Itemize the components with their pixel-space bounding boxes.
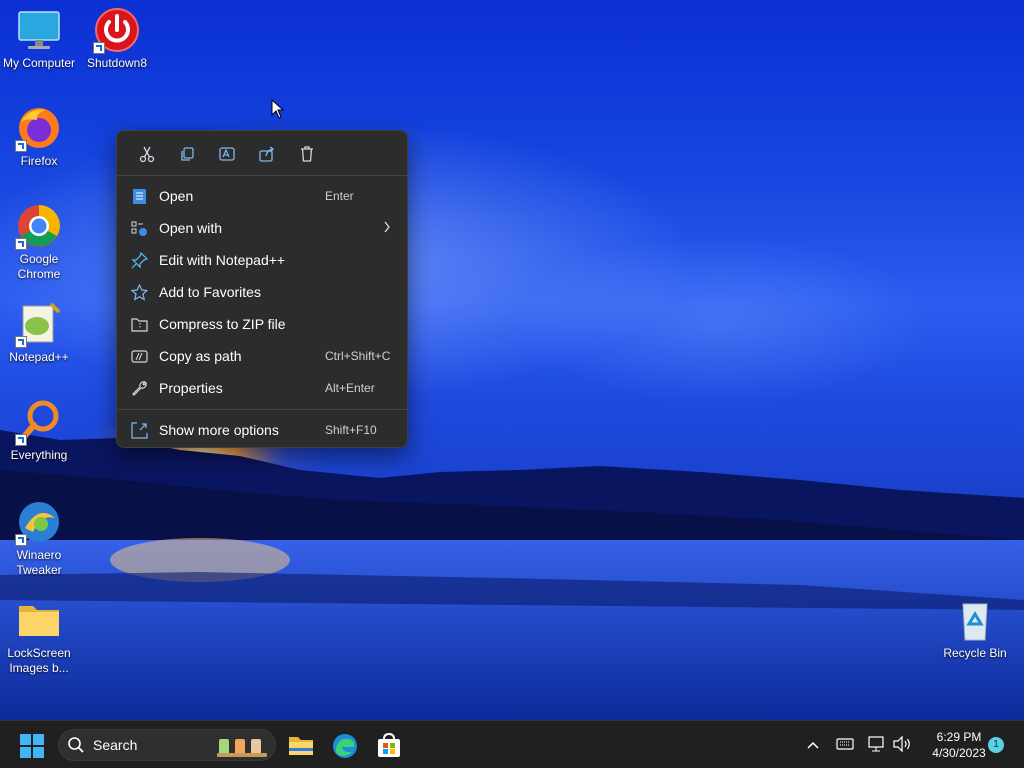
menu-item-shortcut: Ctrl+Shift+C — [325, 349, 391, 363]
cut-icon — [139, 146, 155, 163]
chevron-right-icon — [384, 221, 390, 233]
desktop-icon-firefox[interactable]: Firefox — [0, 104, 78, 169]
start-icon[interactable] — [20, 734, 44, 758]
desktop-icon-shutdown8[interactable]: Shutdown8 — [78, 6, 156, 71]
monitor-icon — [18, 11, 60, 49]
desktop-icon-lockscreen-images[interactable]: LockScreen Images b... — [0, 596, 78, 676]
menu-item-label: Open with — [159, 220, 223, 236]
search-box[interactable]: Search — [58, 729, 276, 761]
desktop-icon-notepadpp[interactable]: Notepad++ — [0, 300, 78, 365]
menu-item-show-more-options[interactable]: Show more options Shift+F10 — [117, 414, 407, 446]
folder-icon — [19, 606, 59, 636]
edge-icon[interactable] — [332, 733, 358, 759]
more-options-icon — [130, 421, 148, 439]
shortcut-arrow-icon — [15, 434, 27, 446]
taskbar: Search 6:29 PM 4/30/2023 1 — [0, 720, 1024, 768]
path-icon — [130, 349, 148, 363]
search-icon — [68, 737, 84, 753]
desktop-icon-label: Google Chrome — [17, 252, 61, 281]
share-button[interactable] — [247, 141, 287, 167]
desktop-icon-google-chrome[interactable]: Google Chrome — [0, 202, 78, 282]
menu-item-properties[interactable]: Properties Alt+Enter — [117, 372, 407, 404]
chevron-up-icon[interactable] — [806, 739, 820, 751]
share-icon — [259, 146, 274, 162]
menu-item-shortcut: Alt+Enter — [325, 381, 375, 395]
shortcut-arrow-icon — [15, 336, 27, 348]
delete-button[interactable] — [287, 141, 327, 167]
search-highlight-icon — [217, 739, 267, 757]
context-menu: Open Enter Open with Edit with Notepad++… — [116, 130, 408, 448]
notification-badge[interactable]: 1 — [988, 737, 1004, 753]
desktop-icon-my-computer[interactable]: My Computer — [0, 6, 78, 71]
menu-item-compress-to-zip[interactable]: Compress to ZIP file — [117, 308, 407, 340]
menu-item-label: Compress to ZIP file — [159, 316, 286, 332]
menu-item-label: Add to Favorites — [159, 284, 261, 300]
star-icon — [130, 283, 148, 301]
menu-item-shortcut: Shift+F10 — [325, 423, 377, 437]
wrench-icon — [131, 380, 147, 396]
desktop-icon-everything[interactable]: Everything — [0, 398, 78, 463]
desktop-icon-label: Notepad++ — [9, 350, 69, 364]
shortcut-arrow-icon — [93, 42, 105, 54]
shortcut-arrow-icon — [15, 238, 27, 250]
desktop-icon-winaero-tweaker[interactable]: Winaero Tweaker — [0, 498, 78, 578]
desktop-icon-label: Shutdown8 — [86, 56, 148, 70]
menu-item-label: Edit with Notepad++ — [159, 252, 286, 268]
desktop-icon-label: Firefox — [20, 154, 58, 168]
mouse-cursor-icon — [271, 99, 285, 119]
volume-icon[interactable] — [892, 735, 912, 753]
open-with-icon — [131, 221, 147, 236]
desktop-icon-label: My Computer — [2, 56, 76, 70]
menu-item-open[interactable]: Open Enter — [117, 180, 407, 212]
copy-button[interactable] — [167, 141, 207, 167]
copy-icon — [181, 147, 194, 161]
rename-icon — [219, 147, 235, 161]
store-icon[interactable] — [376, 733, 402, 759]
network-icon[interactable] — [868, 735, 886, 753]
menu-separator — [117, 175, 407, 176]
menu-item-label: Open — [159, 188, 194, 204]
menu-item-open-with[interactable]: Open with — [117, 212, 407, 244]
shortcut-arrow-icon — [15, 534, 27, 546]
zip-icon — [130, 317, 148, 332]
keyboard-icon[interactable] — [836, 737, 854, 751]
desktop-icon-label: LockScreen Images b... — [7, 646, 71, 675]
rename-button[interactable] — [207, 141, 247, 167]
desktop-icon-recycle-bin[interactable]: Recycle Bin — [936, 596, 1014, 661]
menu-item-copy-as-path[interactable]: Copy as path Ctrl+Shift+C — [117, 340, 407, 372]
menu-separator — [117, 409, 407, 410]
notepad-icon — [132, 188, 146, 204]
menu-item-shortcut: Enter — [325, 189, 354, 203]
file-explorer-icon[interactable] — [288, 733, 314, 757]
cut-button[interactable] — [127, 141, 167, 167]
delete-icon — [301, 146, 313, 162]
desktop-icon-label: Everything — [10, 448, 68, 462]
menu-item-add-to-favorites[interactable]: Add to Favorites — [117, 276, 407, 308]
pin-icon — [131, 251, 148, 268]
search-placeholder: Search — [93, 737, 138, 753]
recycle-bin-icon — [962, 603, 988, 641]
desktop-icon-label: Winaero Tweaker — [16, 548, 62, 577]
context-menu-toolbar — [117, 131, 407, 167]
shortcut-arrow-icon — [15, 140, 27, 152]
menu-item-edit-with-notepadpp[interactable]: Edit with Notepad++ — [117, 244, 407, 276]
desktop-icon-label: Recycle Bin — [943, 646, 1007, 660]
